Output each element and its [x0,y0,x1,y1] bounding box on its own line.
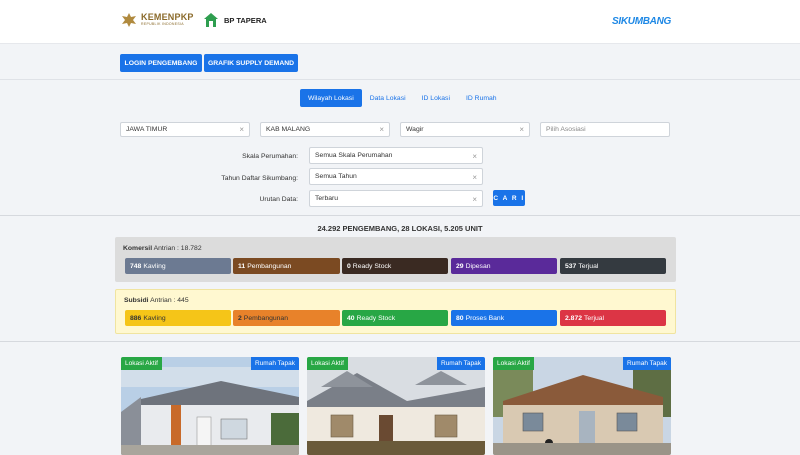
kabupaten-value: KAB MALANG [266,126,311,133]
tahun-label: Tahun Daftar Sikumbang: [221,175,298,182]
clear-icon[interactable]: × [239,125,244,134]
login-pengembang-button[interactable]: LOGIN PENGEMBANG [120,54,202,72]
subsidi-ready-stock-stat[interactable]: 40 Ready Stock [342,310,448,326]
subsidi-panel: Subsidi Antrian : 445 886 Kavling 2 Pemban… [115,289,676,334]
urutan-value: Terbaru [315,195,339,202]
house-photo [121,357,299,455]
kemen-logo-subtext: REPUBLIK INDONESIA [141,22,184,26]
bp-tapera-logo[interactable]: BP TAPERA [202,11,267,29]
asosiasi-placeholder: Pilih Asosiasi [546,126,586,133]
skala-select[interactable]: Semua Skala Perumahan × [309,147,483,164]
subsidi-title: Subsidi Antrian : 445 [124,297,189,304]
kecamatan-value: Wagir [406,126,424,133]
provinsi-select[interactable]: JAWA TIMUR × [120,122,250,137]
tab-data-lokasi[interactable]: Data Lokasi [362,89,414,107]
subsidi-antrian: Antrian : 445 [150,297,189,304]
divider [0,215,800,216]
komersil-dipesan-stat[interactable]: 29 Dipesan [451,258,557,274]
garuda-icon [122,13,136,27]
skala-label: Skala Perumahan: [242,153,298,160]
skala-value: Semua Skala Perumahan [315,152,393,159]
tahun-value: Semua Tahun [315,173,357,180]
provinsi-value: JAWA TIMUR [126,126,168,133]
status-badge: Lokasi Aktif [307,357,348,370]
kabupaten-select[interactable]: KAB MALANG × [260,122,390,137]
search-button[interactable]: C A R I [493,190,525,206]
type-badge: Rumah Tapak [251,357,299,370]
sikumbang-logo[interactable]: SIKUMBANG [612,16,671,27]
tapera-house-icon [204,13,218,27]
kemen-logo-text: KEMENPKP [141,12,194,22]
grafik-supply-demand-button[interactable]: GRAFIK SUPPLY DEMAND [204,54,298,72]
subsidi-label: Subsidi [124,297,149,304]
komersil-terjual-stat[interactable]: 537 Terjual [560,258,666,274]
type-badge: Rumah Tapak [437,357,485,370]
search-tabs: Wilayah Lokasi Data Lokasi ID Lokasi ID … [300,89,505,107]
subsidi-proses-bank-stat[interactable]: 80 Proses Bank [451,310,557,326]
kecamatan-select[interactable]: Wagir × [400,122,530,137]
clear-icon[interactable]: × [472,195,477,204]
location-card[interactable]: Lokasi Aktif Rumah Tapak [307,357,485,455]
asosiasi-select[interactable]: Pilih Asosiasi [540,122,670,137]
clear-icon[interactable]: × [472,152,477,161]
komersil-ready-stock-stat[interactable]: 0 Ready Stock [342,258,448,274]
tab-id-rumah[interactable]: ID Rumah [458,89,505,107]
tahun-select[interactable]: Semua Tahun × [309,168,483,185]
summary-text: 24.292 PENGEMBANG, 28 LOKASI, 5.205 UNIT [317,224,483,233]
top-header: KEMENPKP REPUBLIK INDONESIA BP TAPERA SI… [0,0,800,44]
clear-icon[interactable]: × [519,125,524,134]
clear-icon[interactable]: × [379,125,384,134]
komersil-antrian: Antrian : 18.782 [153,245,202,252]
subsidi-pembangunan-stat[interactable]: 2 Pembangunan [233,310,340,326]
komersil-panel: Komersil Antrian : 18.782 748 Kavling 11 P… [115,237,676,282]
urutan-select[interactable]: Terbaru × [309,190,483,207]
kemenpkp-logo[interactable]: KEMENPKP REPUBLIK INDONESIA [120,11,194,29]
subsidi-kavling-stat[interactable]: 886 Kavling [125,310,231,326]
clear-icon[interactable]: × [472,173,477,182]
komersil-label: Komersil [123,245,153,252]
divider [0,341,800,342]
tab-wilayah-lokasi[interactable]: Wilayah Lokasi [300,89,362,107]
subsidi-terjual-stat[interactable]: 2.872 Terjual [560,310,666,326]
tab-id-lokasi[interactable]: ID Lokasi [414,89,458,107]
location-card[interactable]: Lokasi Aktif Rumah Tapak [493,357,671,455]
urutan-label: Urutan Data: [259,196,298,203]
status-badge: Lokasi Aktif [493,357,534,370]
location-card[interactable]: Lokasi Aktif Rumah Tapak [121,357,299,455]
komersil-kavling-stat[interactable]: 748 Kavling [125,258,231,274]
type-badge: Rumah Tapak [623,357,671,370]
house-photo [493,357,671,455]
komersil-pembangunan-stat[interactable]: 11 Pembangunan [233,258,340,274]
status-badge: Lokasi Aktif [121,357,162,370]
komersil-title: Komersil Antrian : 18.782 [123,245,202,252]
house-photo [307,357,485,455]
tapera-logo-text: BP TAPERA [224,15,267,25]
